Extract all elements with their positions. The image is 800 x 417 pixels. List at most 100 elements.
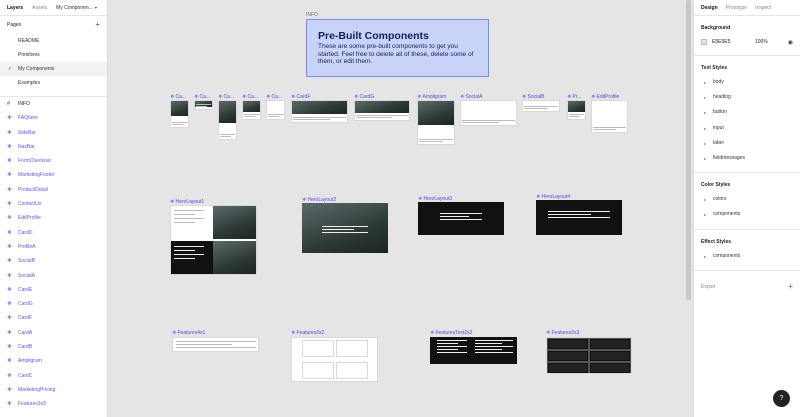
canvas-scrollbar[interactable] (686, 0, 691, 300)
frame-label[interactable]: ❖Features2x3 (546, 330, 579, 336)
frame-label[interactable]: ❖FeaturesText2x2 (430, 330, 472, 336)
component-icon: ❖ (7, 372, 12, 379)
layer-item[interactable]: ❖ SocialA (0, 269, 107, 283)
layer-item[interactable]: ❖ CardF (0, 311, 107, 325)
eye-icon[interactable]: ◉ (788, 39, 793, 46)
feature-card[interactable] (590, 339, 630, 349)
text-placeholder (176, 341, 256, 342)
component-icon: ❖ (7, 286, 12, 293)
layer-label: CardA (18, 329, 33, 336)
text-placeholder (437, 352, 467, 353)
background-swatch[interactable] (701, 39, 707, 45)
page-item-readme[interactable]: README (0, 34, 107, 48)
layer-item[interactable]: ❖ CardC (0, 369, 107, 383)
layer-item[interactable]: ❖ CardD (0, 226, 107, 240)
layer-item[interactable]: ❖ ProfileA (0, 240, 107, 254)
style-item[interactable]: ▸ fieldmessages (694, 151, 800, 166)
tab-inspect[interactable]: Inspect (755, 5, 771, 11)
layer-item[interactable]: ❖ FAQItem (0, 111, 107, 125)
info-frame[interactable]: Pre-Built Components These are some pre-b… (306, 19, 489, 77)
text-placeholder (268, 116, 279, 117)
style-label: input (713, 124, 724, 131)
tab-layers[interactable]: Layers (7, 5, 23, 11)
page-item-examples[interactable]: Examples (0, 76, 107, 90)
layer-item[interactable]: ❖ Features2x3 (0, 397, 107, 411)
text-placeholder (419, 141, 443, 142)
add-page-icon[interactable]: + (95, 21, 100, 29)
style-item[interactable]: ▸ label (694, 136, 800, 151)
text-placeholder (462, 120, 515, 121)
style-label: fieldmessages (713, 154, 745, 161)
page-item-primitives[interactable]: Primitives (0, 48, 107, 62)
layer-item[interactable]: ❖ CardE (0, 283, 107, 297)
featurestext2x2-frame[interactable] (430, 337, 517, 364)
component-frame[interactable] (266, 100, 285, 120)
layer-item[interactable]: ❖ EditProfile (0, 211, 107, 225)
layer-item[interactable]: ❖ FormCheckout (0, 154, 107, 168)
frame-label[interactable]: ❖Features2x2 (291, 330, 324, 336)
feature-card[interactable] (336, 362, 368, 379)
canvas[interactable]: INFO Pre-Built Components These are some p… (108, 0, 693, 417)
layer-label: CardF (18, 315, 32, 322)
text-placeholder (356, 117, 393, 118)
layer-item[interactable]: ❖ ProductDetail (0, 183, 107, 197)
style-item[interactable]: ▸ heading (694, 90, 800, 105)
feature-card[interactable] (302, 340, 334, 357)
background-hex-input[interactable]: E5E5E5 (712, 39, 755, 45)
feature-card[interactable] (590, 351, 630, 361)
style-item[interactable]: ▸ components (694, 207, 800, 222)
frame-label[interactable]: INFO (306, 12, 318, 18)
layer-label: CardC (18, 372, 33, 379)
tab-prototype[interactable]: Prototype (726, 5, 747, 11)
help-button[interactable]: ? (773, 390, 790, 407)
text-placeholder (356, 115, 408, 116)
layer-item[interactable]: ❖ SocialB (0, 254, 107, 268)
feature-card[interactable] (302, 362, 334, 379)
frame-label-text: FeaturesText2x2 (435, 330, 473, 336)
layer-info[interactable]: # INFO (0, 97, 107, 111)
layer-item[interactable]: ❖ CardA (0, 326, 107, 340)
info-title: Pre-Built Components (318, 30, 429, 42)
effect-styles-list: ▸ components (694, 249, 800, 264)
tab-page-dropdown[interactable]: My Componen... ▾ (56, 5, 97, 11)
layer-item[interactable]: ❖ ContactUs (0, 197, 107, 211)
feature-card[interactable] (548, 363, 588, 373)
text-placeholder (174, 218, 204, 219)
layer-item[interactable]: ❖ CardB (0, 340, 107, 354)
page-item-my-components[interactable]: ✓ My Components (0, 62, 107, 76)
style-item[interactable]: ▸ components (694, 249, 800, 264)
style-item[interactable]: ▸ body (694, 75, 800, 90)
style-item[interactable]: ▸ input (694, 121, 800, 136)
frame-label[interactable]: ❖Features4x1 (172, 330, 205, 336)
add-export-icon[interactable]: + (788, 282, 793, 291)
layer-item[interactable]: ❖ SideBar (0, 126, 107, 140)
frame-label-text: Features4x1 (177, 330, 206, 336)
text-placeholder (524, 108, 548, 109)
background-title: Background (701, 25, 731, 31)
tab-design[interactable]: Design (701, 5, 718, 11)
layer-item[interactable]: ❖ MarketingFooter (0, 168, 107, 182)
feature-card[interactable] (590, 363, 630, 373)
text-placeholder (244, 116, 255, 117)
component-icon: ❖ (7, 301, 12, 308)
layer-item[interactable]: ❖ CardG (0, 297, 107, 311)
frame-label-text: Features2x2 (296, 330, 325, 336)
image-placeholder (213, 241, 256, 274)
layer-label: FormCheckout (18, 158, 51, 165)
layer-label: ProductDetail (18, 186, 49, 193)
style-item[interactable]: ▸ button (694, 105, 800, 120)
image-placeholder (568, 101, 585, 112)
layer-item[interactable]: ❖ MarketingPricing (0, 383, 107, 397)
text-placeholder (176, 347, 256, 348)
background-opacity-input[interactable]: 100% (755, 39, 768, 45)
tab-assets[interactable]: Assets (32, 5, 47, 11)
feature-card[interactable] (548, 339, 588, 349)
component-icon: ❖ (7, 115, 12, 122)
text-placeholder (196, 106, 207, 107)
component-icon: ❖ (7, 358, 12, 365)
feature-card[interactable] (548, 351, 588, 361)
layer-item[interactable]: ❖ NavBar (0, 140, 107, 154)
layer-item[interactable]: ❖ Ampligram (0, 354, 107, 368)
feature-card[interactable] (336, 340, 368, 357)
style-item[interactable]: ▸ colors (694, 192, 800, 207)
